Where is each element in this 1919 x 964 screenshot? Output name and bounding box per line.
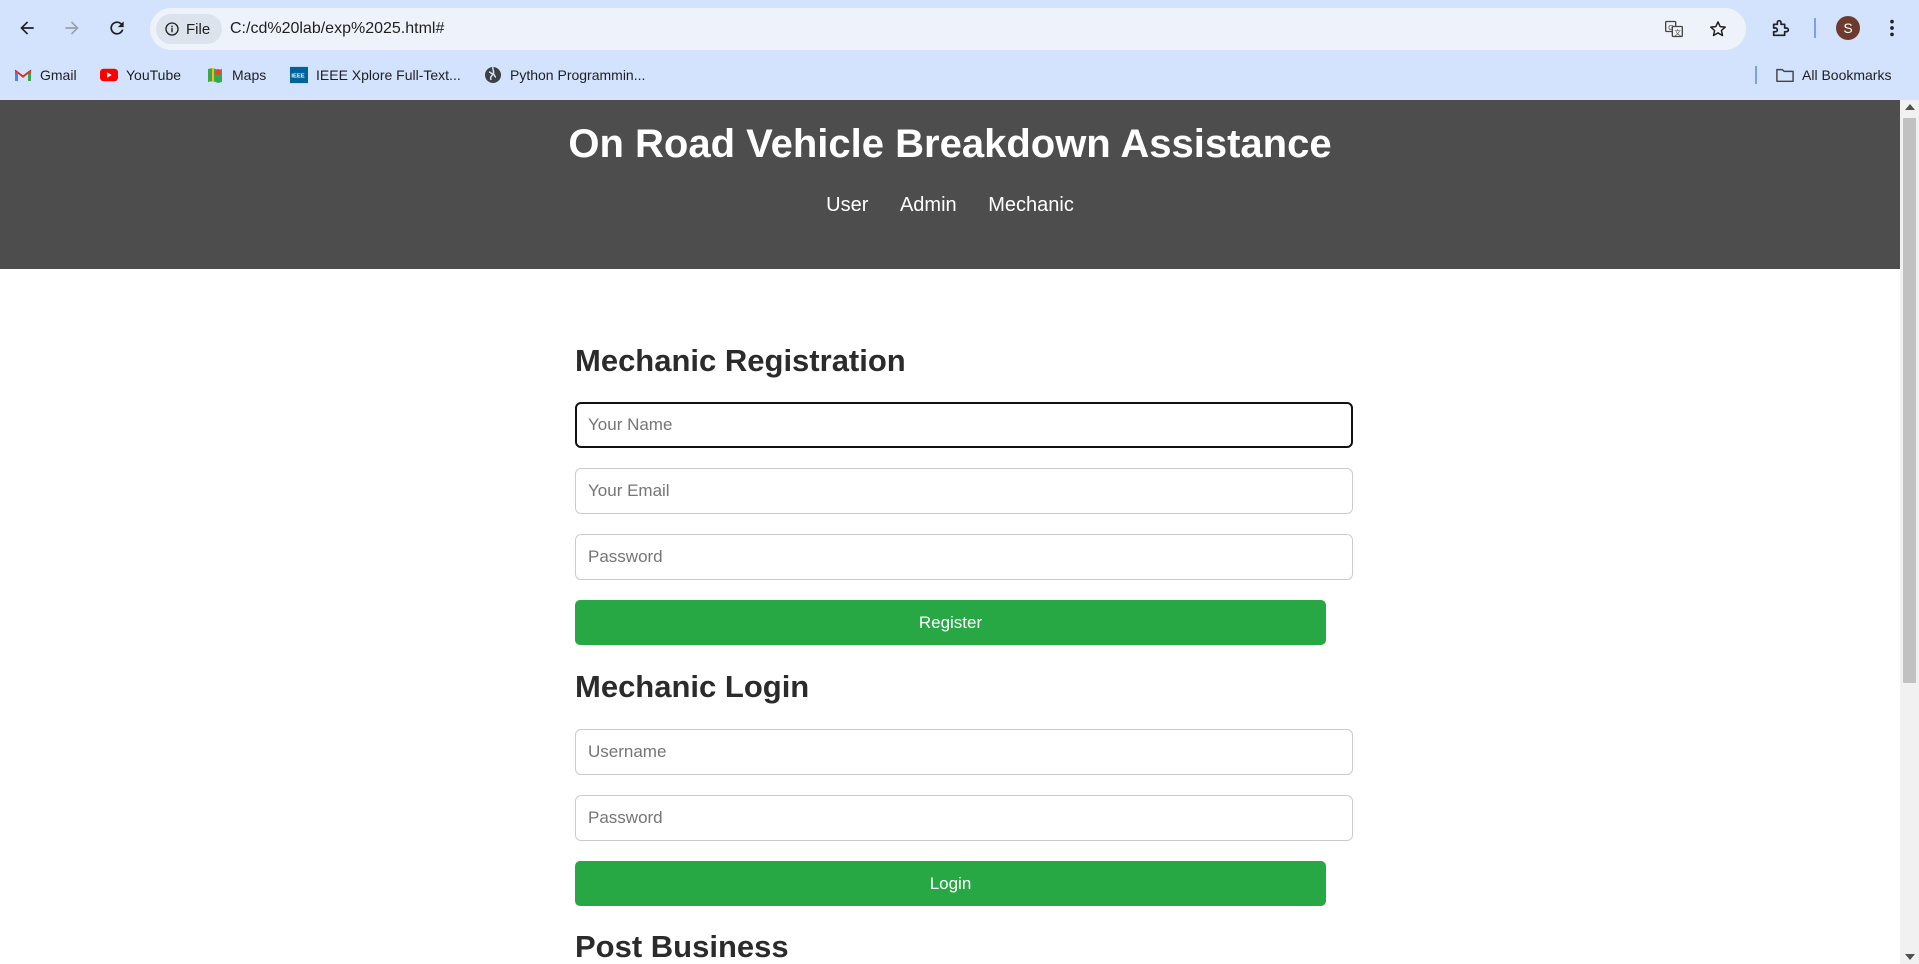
- email-input[interactable]: [575, 468, 1353, 514]
- url-text[interactable]: C:/cd%20lab/exp%2025.html#: [230, 8, 444, 50]
- maps-icon: [206, 66, 224, 84]
- registration-password-input[interactable]: [575, 534, 1353, 580]
- bookmark-ieee[interactable]: IEEE IEEE Xplore Full-Text...: [290, 60, 461, 90]
- arrow-left-icon: [20, 21, 34, 35]
- globe-icon: [484, 66, 502, 84]
- youtube-icon: [100, 66, 118, 84]
- scroll-up-arrow-icon[interactable]: [1905, 104, 1915, 110]
- bookmark-label: YouTube: [126, 67, 182, 83]
- svg-text:IEEE: IEEE: [291, 74, 304, 80]
- extensions-button[interactable]: [1765, 12, 1797, 44]
- profile-avatar[interactable]: S: [1836, 16, 1860, 40]
- site-info-chip[interactable]: File: [156, 14, 223, 44]
- login-button[interactable]: Login: [575, 861, 1326, 906]
- login-password-input[interactable]: [575, 795, 1353, 841]
- nav-link-admin[interactable]: Admin: [900, 194, 957, 216]
- bookmark-star-button[interactable]: [1706, 17, 1730, 41]
- registration-heading: Mechanic Registration: [575, 343, 906, 378]
- reload-icon: [110, 21, 124, 35]
- svg-text:文: 文: [1674, 28, 1681, 37]
- nav-link-mechanic[interactable]: Mechanic: [988, 194, 1074, 216]
- post-business-heading: Post Business: [575, 929, 789, 964]
- info-icon: [165, 22, 179, 36]
- nav-link-user[interactable]: User: [826, 194, 868, 216]
- name-input[interactable]: [575, 402, 1353, 448]
- all-bookmarks-button[interactable]: All Bookmarks: [1776, 60, 1891, 90]
- bookmark-label: Maps: [232, 67, 267, 83]
- translate-button[interactable]: G文: [1662, 17, 1686, 41]
- reload-button[interactable]: [100, 11, 134, 45]
- page-viewport: On Road Vehicle Breakdown Assistance Use…: [0, 100, 1900, 964]
- ieee-icon: IEEE: [290, 66, 308, 84]
- forward-button[interactable]: [55, 11, 89, 45]
- register-button[interactable]: Register: [575, 600, 1326, 645]
- login-heading: Mechanic Login: [575, 669, 810, 704]
- address-bar[interactable]: File C:/cd%20lab/exp%2025.html# G文: [150, 8, 1746, 50]
- translate-icon: G文: [1665, 20, 1683, 38]
- bookmark-gmail[interactable]: Gmail: [14, 60, 77, 90]
- bookmarks-divider: [1755, 66, 1757, 84]
- scrollbar-thumb[interactable]: [1903, 118, 1916, 683]
- site-header: On Road Vehicle Breakdown Assistance Use…: [0, 100, 1900, 269]
- site-title: On Road Vehicle Breakdown Assistance: [568, 122, 1332, 166]
- back-button[interactable]: [10, 11, 44, 45]
- toolbar-divider: [1814, 18, 1816, 38]
- bookmark-label: IEEE Xplore Full-Text...: [316, 67, 461, 83]
- scroll-down-arrow-icon[interactable]: [1905, 954, 1915, 960]
- site-info-label: File: [186, 20, 211, 38]
- browser-toolbar: File C:/cd%20lab/exp%2025.html# G文 S Gma…: [0, 0, 1919, 100]
- browser-menu-button[interactable]: [1876, 12, 1908, 44]
- bookmark-maps[interactable]: Maps: [206, 60, 266, 90]
- username-input[interactable]: [575, 729, 1353, 775]
- page-scrollbar[interactable]: [1900, 100, 1919, 964]
- bookmarks-bar: Gmail YouTube Maps IEEE IEEE Xplore Full…: [0, 60, 1919, 90]
- bookmark-label: Python Programmin...: [510, 67, 646, 83]
- bookmark-label: Gmail: [40, 67, 77, 83]
- puzzle-icon: [1772, 19, 1790, 37]
- star-icon: [1710, 21, 1726, 37]
- kebab-menu-icon: [1890, 19, 1894, 37]
- all-bookmarks-label: All Bookmarks: [1802, 67, 1892, 83]
- gmail-icon: [14, 66, 32, 84]
- folder-icon: [1776, 66, 1794, 84]
- bookmark-python[interactable]: Python Programmin...: [484, 60, 645, 90]
- site-nav: User Admin Mechanic: [0, 194, 1900, 217]
- arrow-right-icon: [65, 21, 79, 35]
- bookmark-youtube[interactable]: YouTube: [100, 60, 181, 90]
